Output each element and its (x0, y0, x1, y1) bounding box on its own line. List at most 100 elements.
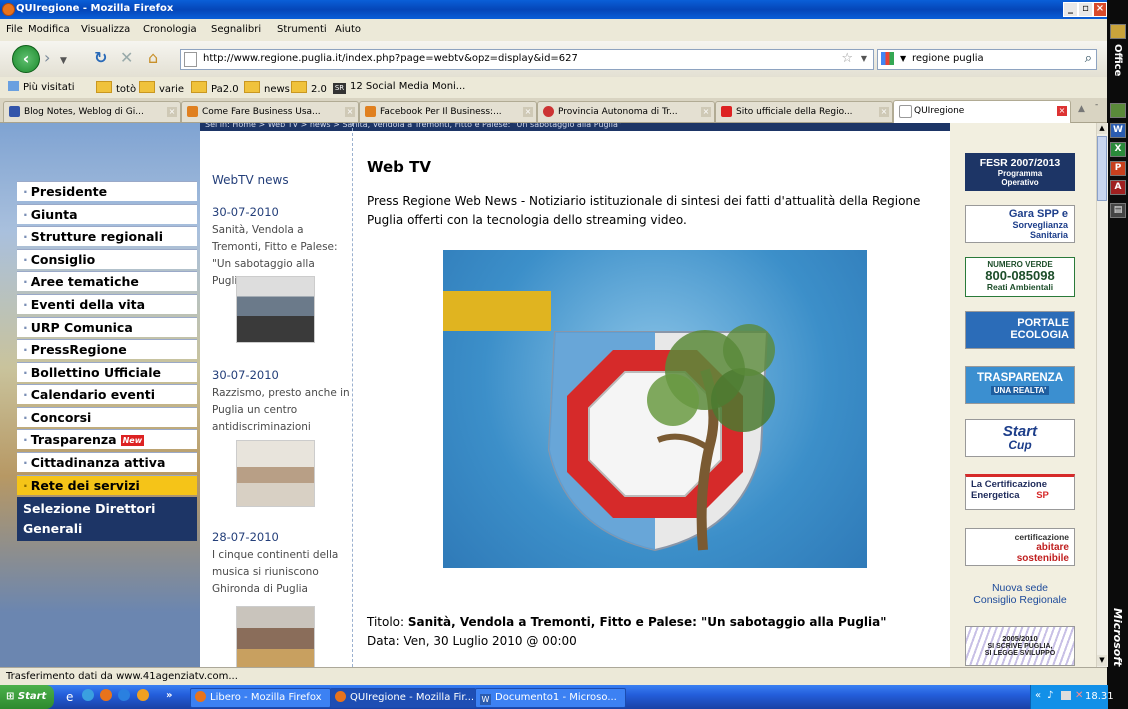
bookmark-folder-varie[interactable]: varie (139, 81, 184, 95)
news-title-link[interactable]: Razzismo, presto anche in Puglia un cent… (212, 385, 352, 436)
menu-file[interactable]: File (6, 24, 23, 35)
access-icon[interactable]: A (1110, 180, 1126, 195)
tab-list-icon[interactable]: - (1095, 100, 1098, 110)
stop-icon[interactable]: ✕ (120, 50, 133, 66)
address-bar[interactable]: http://www.regione.puglia.it/index.php?p… (180, 49, 874, 70)
tab-close-icon[interactable]: × (1057, 106, 1067, 116)
sidebar-item-rete-servizi[interactable]: · Rete dei servizi (17, 475, 197, 495)
skype-icon[interactable] (118, 689, 130, 701)
banner-sviluppo[interactable]: 2005/2010 SI SCRIVE PUGLIA, SI LEGGE SVI… (965, 626, 1075, 666)
back-button[interactable]: ‹ (12, 45, 40, 73)
sidebar-item-urp[interactable]: · URP Comunica (17, 317, 197, 337)
messenger-icon[interactable] (137, 689, 149, 701)
sidebar-item-strutture[interactable]: · Strutture regionali (17, 226, 197, 246)
start-button[interactable]: ⊞ Start (0, 685, 54, 709)
banner-fesr[interactable]: FESR 2007/2013 Programma Operativo (965, 153, 1075, 191)
menu-modifica[interactable]: Modifica (28, 24, 70, 35)
sidebar-item-giunta[interactable]: · Giunta (17, 204, 197, 224)
word-icon[interactable]: W (1110, 123, 1126, 138)
ie-icon[interactable]: e (66, 690, 73, 704)
vertical-scrollbar[interactable]: ▲ ▼ (1096, 123, 1108, 667)
tab-business[interactable]: Come Fare Business Usa... × (181, 101, 359, 122)
menu-visualizza[interactable]: Visualizza (81, 24, 130, 35)
tab-close-icon[interactable]: × (167, 107, 177, 117)
bookmark-folder-news[interactable]: news (244, 81, 290, 95)
news-thumbnail[interactable] (236, 276, 315, 343)
excel-icon[interactable]: X (1110, 142, 1126, 157)
sidebar-item-aree[interactable]: · Aree tematiche (17, 271, 197, 291)
folder-icon[interactable] (1110, 24, 1126, 39)
search-icon[interactable]: ⌕ (1085, 51, 1092, 66)
url-dropdown-icon[interactable]: ▼ (861, 54, 867, 63)
taskbar-item-libero[interactable]: Libero - Mozilla Firefox (190, 688, 331, 708)
sidebar-item-consiglio[interactable]: · Consiglio (17, 249, 197, 269)
engine-dropdown-icon[interactable]: ▼ (900, 54, 906, 63)
sidebar-item-selezione-direttori[interactable]: Selezione Direttori Generali (17, 497, 197, 541)
sidebar-item-cittadinanza[interactable]: · Cittadinanza attiva (17, 452, 197, 472)
tab-provincia[interactable]: Provincia Autonoma di Tr... × (537, 101, 715, 122)
bookmark-folder-pa20[interactable]: Pa2.0 (191, 81, 239, 95)
tray-expand-icon[interactable]: « (1035, 690, 1041, 701)
sidebar-item-calendario[interactable]: · Calendario eventi (17, 384, 197, 404)
history-dropdown-icon[interactable]: ▼ (60, 53, 67, 69)
reload-icon[interactable]: ↻ (94, 50, 107, 66)
scroll-down-icon[interactable]: ▼ (1097, 655, 1107, 666)
tab-blog-notes[interactable]: Blog Notes, Weblog di Gi... × (3, 101, 181, 122)
taskbar-item-quiregione[interactable]: QUIregione - Mozilla Fir... (330, 688, 476, 708)
bookmark-folder-20[interactable]: 2.0 (291, 81, 327, 95)
link-nuova-sede[interactable]: Nuova sede Consiglio Regionale (960, 582, 1080, 606)
sidebar-item-presidente[interactable]: · Presidente (17, 181, 197, 201)
menu-aiuto[interactable]: Aiuto (335, 24, 361, 35)
firefox-icon[interactable] (100, 689, 112, 701)
sidebar-item-pressregione[interactable]: · PressRegione (17, 339, 197, 359)
minimize-button[interactable]: _ (1063, 2, 1078, 17)
alert-icon[interactable]: ✕ (1075, 690, 1083, 701)
bookmark-folder-toto[interactable]: totò (96, 81, 136, 95)
taskbar-item-documento[interactable]: W Documento1 - Microso... (475, 688, 626, 708)
restore-button[interactable]: ▫ (1078, 2, 1093, 17)
banner-abitare-sostenibile[interactable]: certificazione abitare sostenibile (965, 528, 1075, 566)
news-title-link[interactable]: I cinque continenti della musica si riun… (212, 547, 352, 598)
menu-cronologia[interactable]: Cronologia (143, 24, 197, 35)
scroll-up-icon[interactable]: ▲ (1097, 123, 1107, 134)
browser-icon[interactable] (82, 689, 94, 701)
google-icon[interactable] (881, 52, 894, 65)
banner-gara-spp[interactable]: Gara SPP e Sorveglianza Sanitaria (965, 205, 1075, 243)
bookmark-star-icon[interactable]: ☆ (841, 51, 853, 66)
tab-close-icon[interactable]: × (879, 107, 889, 117)
bookmark-social-media[interactable]: SR 12 Social Media Moni... (333, 81, 465, 94)
network-icon[interactable] (1061, 691, 1071, 700)
menu-segnalibri[interactable]: Segnalibri (211, 24, 261, 35)
powerpoint-icon[interactable]: P (1110, 161, 1126, 176)
office-app-icon[interactable] (1110, 103, 1126, 118)
home-icon[interactable]: ⌂ (148, 50, 158, 66)
sidebar-item-bollettino[interactable]: · Bollettino Ufficiale (17, 362, 197, 382)
banner-trasparenza[interactable]: TRASPARENZA UNA REALTA' (965, 366, 1075, 404)
volume-icon[interactable]: ♪ (1047, 690, 1053, 701)
tab-facebook[interactable]: Facebook Per Il Business:... × (359, 101, 537, 122)
sidebar-item-eventi[interactable]: · Eventi della vita (17, 294, 197, 314)
bookmark-most-visited[interactable]: Più visitati (8, 81, 75, 93)
video-player[interactable] (443, 250, 867, 568)
sidebar-item-concorsi[interactable]: · Concorsi (17, 407, 197, 427)
banner-numero-verde[interactable]: NUMERO VERDE 800-085098 Reati Ambientali (965, 257, 1075, 297)
news-thumbnail[interactable] (236, 606, 315, 667)
tab-sito-regione[interactable]: Sito ufficiale della Regio... × (715, 101, 893, 122)
sidebar-item-trasparenza[interactable]: · Trasparenza New (17, 429, 197, 449)
tab-close-icon[interactable]: × (345, 107, 355, 117)
tab-close-icon[interactable]: × (701, 107, 711, 117)
search-bar[interactable]: ▼ regione puglia ⌕ (877, 49, 1097, 70)
forward-icon[interactable]: › (44, 50, 50, 66)
tab-quiregione[interactable]: QUIregione × (893, 100, 1071, 123)
scroll-thumb[interactable] (1097, 136, 1107, 201)
tab-close-icon[interactable]: × (523, 107, 533, 117)
close-button[interactable]: × (1093, 2, 1107, 17)
tab-scroll-icon[interactable]: ▲ (1078, 104, 1085, 114)
banner-start-cup[interactable]: Start Cup (965, 419, 1075, 457)
outlook-icon[interactable]: ▤ (1110, 203, 1126, 218)
menu-strumenti[interactable]: Strumenti (277, 24, 327, 35)
banner-portale-ecologia[interactable]: PORTALE ECOLOGIA (965, 311, 1075, 349)
banner-certificazione-energetica[interactable]: La Certificazione Energetica SP (965, 474, 1075, 510)
news-thumbnail[interactable] (236, 440, 315, 507)
quicklaunch-more-icon[interactable]: » (166, 690, 172, 701)
